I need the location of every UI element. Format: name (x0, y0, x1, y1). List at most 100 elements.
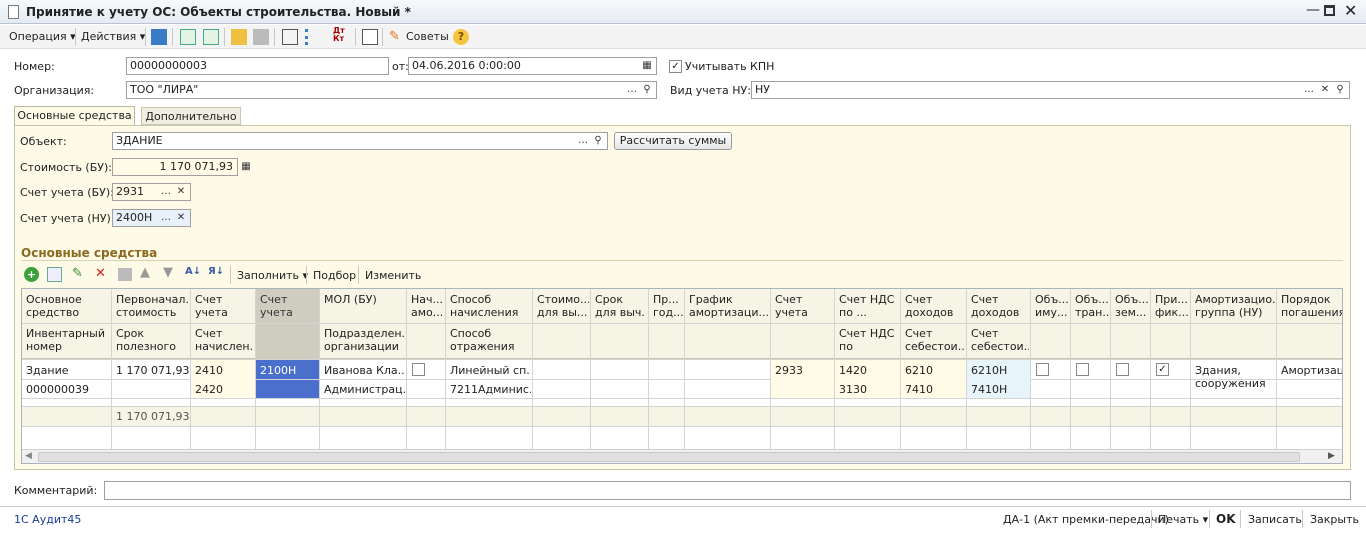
list-icon[interactable] (305, 29, 321, 45)
header-repayment[interactable]: Порядок погашения ... (1281, 293, 1342, 321)
header-account-bu[interactable]: Счет учета (БУ) (195, 293, 254, 321)
clear-icon[interactable]: ✕ (1317, 82, 1333, 98)
header-sub-mol-bu[interactable]: Подразделен... организации (324, 327, 405, 355)
cell-income-account-nu-sub[interactable]: 7410Н (971, 383, 1029, 396)
cell-income-account[interactable]: 6210 (905, 364, 965, 377)
acc-bu-field[interactable]: 2931 … ✕ (112, 183, 191, 201)
object-field[interactable]: ЗДАНИЕ … ⚲ (112, 132, 608, 150)
tips-button[interactable]: Советы (406, 30, 449, 43)
cell-account-bu-sub[interactable]: 2420 (195, 383, 254, 396)
header-vat-account[interactable]: Счет НДС по ... (839, 293, 899, 321)
org-field[interactable]: ТОО "ЛИРА" … ⚲ (126, 81, 657, 99)
acc-nu-field[interactable]: 2400Н … ✕ (112, 209, 191, 227)
refresh-icon[interactable] (180, 29, 196, 45)
copy-icon[interactable] (47, 267, 62, 282)
ok-button[interactable]: OK (1216, 512, 1236, 526)
end-edit-icon[interactable] (118, 268, 132, 281)
unpost-icon[interactable] (253, 29, 269, 45)
dt-kt-icon[interactable]: Дт Кт (333, 27, 349, 43)
help-icon[interactable]: ? (453, 29, 469, 45)
tips-icon[interactable]: ✎ (389, 29, 405, 45)
header-asset[interactable]: Основное средство (26, 293, 110, 321)
change-button[interactable]: Изменить (365, 269, 421, 282)
select-button[interactable]: … (158, 184, 174, 200)
cell-initial-cost[interactable]: 1 170 071,93 (116, 364, 189, 377)
select-button[interactable]: … (575, 133, 591, 149)
cell-income-account-sub[interactable]: 7410 (905, 383, 965, 396)
header-sub-method[interactable]: Способ отражения (450, 327, 531, 355)
tab-additional[interactable]: Дополнительно (141, 107, 241, 125)
cell-income-account-nu[interactable]: 6210Н (971, 364, 1029, 377)
cell-account-bu[interactable]: 2410 (195, 364, 254, 377)
header-sub-income-account-nu[interactable]: Счет себестои... (971, 327, 1029, 355)
search-icon[interactable]: ⚲ (590, 133, 606, 149)
h-scrollbar[interactable]: ◀ ▶ (22, 449, 1342, 463)
header-depr-group[interactable]: Амортизацио... группа (НУ) (1195, 293, 1275, 321)
save-doc-icon[interactable] (151, 29, 167, 45)
header-account-nu[interactable]: Счет учета (НУ) (260, 293, 318, 321)
header-cost-deduct[interactable]: Стоимо... для вы... (537, 293, 589, 321)
accrue-checkbox[interactable] (412, 363, 425, 376)
select-button[interactable]: Подбор (313, 269, 356, 282)
header-income-account[interactable]: Счет доходов от (905, 293, 965, 321)
minimize-button[interactable]: — (1306, 2, 1320, 18)
header-sub-initial-cost[interactable]: Срок полезного (116, 327, 189, 355)
close-button[interactable]: ✕ (1344, 1, 1357, 20)
select-button[interactable]: … (624, 82, 640, 98)
select-button[interactable]: … (158, 210, 174, 226)
cell-mol-bu[interactable]: Иванова Кла... (324, 364, 405, 377)
print-menu[interactable]: Печать ▾ (1158, 513, 1208, 526)
tab-main[interactable]: Основные средства (14, 106, 135, 126)
kpn-checkbox[interactable]: ✓ (669, 60, 682, 73)
structure-icon[interactable] (282, 29, 298, 45)
operation-menu[interactable]: Операция ▾ (9, 30, 76, 43)
report-icon[interactable] (362, 29, 378, 45)
search-icon[interactable]: ⚲ (1332, 82, 1348, 98)
actions-menu[interactable]: Действия ▾ (81, 30, 145, 43)
reread-icon[interactable] (203, 29, 219, 45)
header-obj-property[interactable]: Объ... иму... (1035, 293, 1069, 321)
move-up-icon[interactable]: ▲ (140, 265, 150, 280)
cell-vat-account-sub[interactable]: 3130 (839, 383, 899, 396)
header-schedule[interactable]: График амортизаци... (689, 293, 769, 321)
move-down-icon[interactable]: ▼ (163, 265, 173, 280)
calculator-icon[interactable]: ▦ (238, 159, 254, 175)
clear-icon[interactable]: ✕ (173, 184, 189, 200)
header-sub-account-bu[interactable]: Счет начислен... (195, 327, 254, 355)
cell-mol-bu-sub[interactable]: Администрац... (324, 383, 405, 396)
flag-checkbox[interactable] (1036, 363, 1049, 376)
cost-field[interactable]: 1 170 071,93 (112, 158, 238, 176)
header-sub-income-account[interactable]: Счет себестои... (905, 327, 965, 355)
add-icon[interactable]: + (24, 267, 39, 282)
cell-repayment[interactable]: Амортизаци... (1281, 364, 1342, 377)
scroll-left-icon[interactable]: ◀ (25, 451, 32, 461)
header-accrue[interactable]: Нач... амо... (411, 293, 444, 321)
delete-icon[interactable]: ✕ (95, 266, 106, 281)
header-deduct-term[interactable]: Срок для выч. ... (595, 293, 647, 321)
header-obj-transport[interactable]: Объ... тран... (1075, 293, 1109, 321)
cell-method-sub[interactable]: 7211Админис... (450, 383, 531, 396)
close-form-button[interactable]: Закрыть (1310, 513, 1359, 526)
edit-icon[interactable]: ✎ (72, 266, 83, 281)
flag-checkbox[interactable] (1116, 363, 1129, 376)
header-income-account-nu[interactable]: Счет доходов от (971, 293, 1029, 321)
flag-checkbox[interactable] (1076, 363, 1089, 376)
header-year[interactable]: Пр... год... (653, 293, 683, 321)
calendar-icon[interactable]: ▦ (639, 58, 655, 74)
scroll-thumb[interactable] (38, 452, 1300, 462)
flag-checkbox[interactable]: ✓ (1156, 363, 1169, 376)
print-form-button[interactable]: ДА-1 (Акт премки-передачи) (1003, 513, 1169, 526)
date-field[interactable]: 04.06.2016 0:00:00 ▦ (408, 57, 657, 75)
header-initial-cost[interactable]: Первоначал... стоимость ... (116, 293, 189, 321)
cell-depr-group[interactable]: Здания, сооружения ... (1195, 364, 1275, 392)
cell-vat-account[interactable]: 1420 (839, 364, 899, 377)
header-sub-asset[interactable]: Инвентарный номер (26, 327, 110, 355)
number-field[interactable]: 00000000003 (126, 57, 389, 75)
maximize-button[interactable] (1324, 5, 1335, 16)
sort-desc-icon[interactable]: Я↓ (208, 266, 224, 277)
calc-sums-button[interactable]: Рассчитать суммы (614, 132, 732, 150)
header-sub-vat-account[interactable]: Счет НДС по (839, 327, 899, 355)
clear-icon[interactable]: ✕ (173, 210, 189, 226)
header-obj-land[interactable]: Объ... зем... (1115, 293, 1149, 321)
cell-asset-sub[interactable]: 000000039 (26, 383, 110, 396)
